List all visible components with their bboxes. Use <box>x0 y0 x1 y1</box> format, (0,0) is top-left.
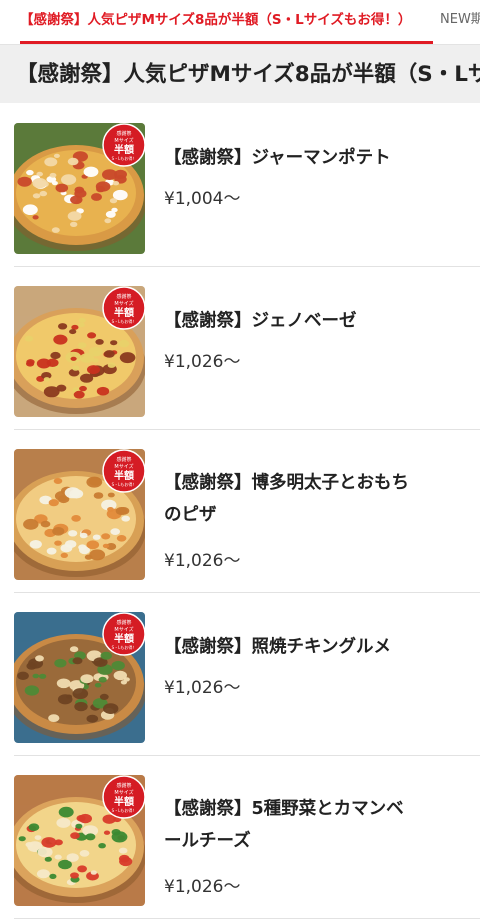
svg-text:Mサイズ: Mサイズ <box>114 300 133 307</box>
tab-label: 【感謝祭】人気ピザMサイズ8品が半額（S・Lサイズもお得！） <box>20 12 412 28</box>
svg-text:S・Lもお得！: S・Lもお得！ <box>112 807 137 813</box>
product-name-line: 【感謝祭】博多明太子とおもち <box>164 473 409 493</box>
section-title: 【感謝祭】人気ピザMサイズ8品が半額（S・Lサイズもお得！） <box>16 62 480 87</box>
svg-text:Mサイズ: Mサイズ <box>114 626 133 633</box>
svg-text:半額: 半額 <box>114 306 134 319</box>
product-name[interactable]: 【感謝祭】照焼チキングルメ <box>164 631 454 663</box>
half-price-badge: 感謝祭 Mサイズ 半額 S・Lもお得！ <box>102 612 145 656</box>
svg-text:半額: 半額 <box>114 143 134 156</box>
half-price-badge: 感謝祭 Mサイズ 半額 S・Lもお得！ <box>102 286 145 330</box>
pizza-image: 感謝祭 Mサイズ 半額 S・Lもお得！ <box>14 612 145 743</box>
product-name-line: 【感謝祭】ジェノベーゼ <box>164 311 357 331</box>
svg-text:S・Lもお得！: S・Lもお得！ <box>112 318 137 324</box>
product-name-line: 【感謝祭】照焼チキングルメ <box>164 637 391 657</box>
svg-text:S・Lもお得！: S・Lもお得！ <box>112 644 137 650</box>
svg-text:半額: 半額 <box>114 632 134 645</box>
svg-text:感謝祭: 感謝祭 <box>116 782 131 789</box>
product-list-item[interactable]: 感謝祭 Mサイズ 半額 S・Lもお得！ 【感謝祭】照焼チキングルメ ¥1,026〜 <box>0 593 480 756</box>
product-price: ¥1,026〜 <box>164 877 241 897</box>
product-name[interactable]: 【感謝祭】5種野菜とカマンベ ールチーズ <box>164 793 454 857</box>
tab-thanksgiving-sale[interactable]: 【感謝祭】人気ピザMサイズ8品が半額（S・Lサイズもお得！） <box>20 0 434 44</box>
pizza-image: 感謝祭 Mサイズ 半額 S・Lもお得！ <box>14 449 145 580</box>
product-list-item[interactable]: 感謝祭 Mサイズ 半額 S・Lもお得！ 【感謝祭】ジェノベーゼ ¥1,026〜 <box>0 267 480 430</box>
pizza-image: 感謝祭 Mサイズ 半額 S・Lもお得！ <box>14 775 145 906</box>
svg-text:半額: 半額 <box>114 469 134 482</box>
svg-text:S・Lもお得！: S・Lもお得！ <box>112 481 137 487</box>
product-price: ¥1,026〜 <box>164 551 241 571</box>
section-header: 【感謝祭】人気ピザMサイズ8品が半額（S・Lサイズもお得！） <box>0 45 480 103</box>
svg-text:感謝祭: 感謝祭 <box>116 456 131 463</box>
active-tab-underline <box>20 41 434 44</box>
half-price-badge: 感謝祭 Mサイズ 半額 S・Lもお得！ <box>102 775 145 819</box>
product-thumbnail[interactable]: 感謝祭 Mサイズ 半額 S・Lもお得！ <box>14 775 145 906</box>
svg-text:感謝祭: 感謝祭 <box>116 619 131 626</box>
svg-text:感謝祭: 感謝祭 <box>116 293 131 300</box>
svg-text:Mサイズ: Mサイズ <box>114 463 133 470</box>
product-name[interactable]: 【感謝祭】ジャーマンポテト <box>164 142 454 174</box>
product-list-item[interactable]: 感謝祭 Mサイズ 半額 S・Lもお得！ 【感謝祭】博多明太子とおもち のピザ ¥1,… <box>0 430 480 593</box>
product-thumbnail[interactable]: 感謝祭 Mサイズ 半額 S・Lもお得！ <box>14 123 145 254</box>
svg-text:S・Lもお得！: S・Lもお得！ <box>112 155 137 161</box>
product-thumbnail[interactable]: 感謝祭 Mサイズ 半額 S・Lもお得！ <box>14 286 145 417</box>
category-tab-bar: 【感謝祭】人気ピザMサイズ8品が半額（S・Lサイズもお得！） NEW期 <box>0 0 480 45</box>
product-name-line: 【感謝祭】ジャーマンポテト <box>164 148 391 168</box>
product-thumbnail[interactable]: 感謝祭 Mサイズ 半額 S・Lもお得！ <box>14 612 145 743</box>
product-name[interactable]: 【感謝祭】ジェノベーゼ <box>164 305 454 337</box>
pizza-image: 感謝祭 Mサイズ 半額 S・Lもお得！ <box>14 286 145 417</box>
tab-new[interactable]: NEW期 <box>440 0 480 44</box>
svg-text:Mサイズ: Mサイズ <box>114 789 133 796</box>
svg-text:半額: 半額 <box>114 795 134 808</box>
svg-text:Mサイズ: Mサイズ <box>114 137 133 144</box>
product-name-line: 【感謝祭】5種野菜とカマンベ <box>164 799 404 819</box>
tab-label: NEW期 <box>440 12 480 27</box>
product-price: ¥1,004〜 <box>164 189 241 209</box>
product-price: ¥1,026〜 <box>164 678 241 698</box>
product-thumbnail[interactable]: 感謝祭 Mサイズ 半額 S・Lもお得！ <box>14 449 145 580</box>
product-list-item[interactable]: 感謝祭 Mサイズ 半額 S・Lもお得！ 【感謝祭】ジャーマンポテト ¥1,004〜 <box>0 104 480 267</box>
product-name-line: ールチーズ <box>164 831 251 851</box>
pizza-image: 感謝祭 Mサイズ 半額 S・Lもお得！ <box>14 123 145 254</box>
product-price: ¥1,026〜 <box>164 352 241 372</box>
product-name[interactable]: 【感謝祭】博多明太子とおもち のピザ <box>164 467 454 531</box>
product-list-item[interactable]: 感謝祭 Mサイズ 半額 S・Lもお得！ 【感謝祭】5種野菜とカマンベ ールチーズ ¥… <box>0 756 480 919</box>
half-price-badge: 感謝祭 Mサイズ 半額 S・Lもお得！ <box>102 123 145 167</box>
svg-text:感謝祭: 感謝祭 <box>116 130 131 137</box>
half-price-badge: 感謝祭 Mサイズ 半額 S・Lもお得！ <box>102 449 145 493</box>
product-name-line: のピザ <box>164 505 217 525</box>
